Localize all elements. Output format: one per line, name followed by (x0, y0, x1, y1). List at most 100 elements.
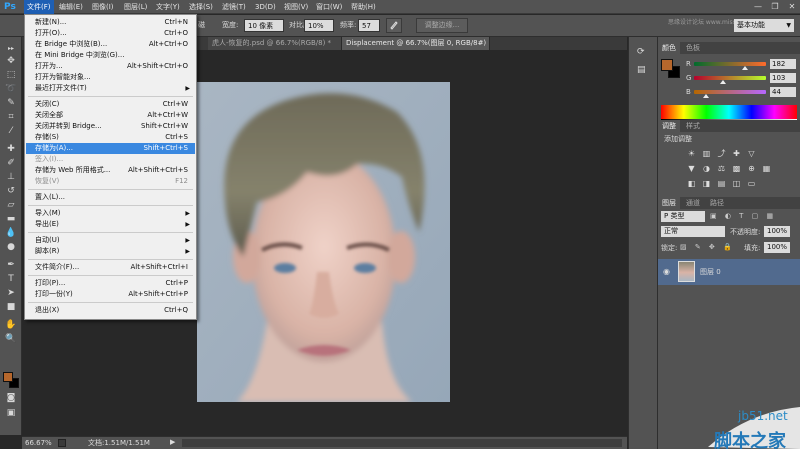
document-image[interactable] (197, 82, 450, 402)
tab-tiger-psd[interactable]: 虎人-恢复的.psd @ 66.7%(RGB/8) * × (208, 37, 342, 60)
gradient-map-icon[interactable]: ◫ (731, 179, 742, 188)
clone-stamp-tool-icon[interactable]: ⊥ (4, 171, 18, 183)
toolbar-collapse-icon[interactable]: ▸▸ (4, 43, 18, 55)
gradient-tool-icon[interactable]: ▬ (4, 213, 18, 225)
layer-name[interactable]: 图层 0 (700, 267, 721, 277)
slider-thumb[interactable] (720, 80, 727, 84)
frequency-field[interactable]: 57 (358, 19, 380, 32)
menu-1[interactable]: 编辑(E) (56, 0, 86, 14)
blur-tool-icon[interactable]: 💧 (4, 227, 18, 239)
pen-tool-icon[interactable]: ✒ (4, 259, 18, 271)
channel-slider[interactable] (694, 62, 766, 66)
pen-pressure-button[interactable] (386, 18, 402, 33)
file-menu-item[interactable]: 在 Bridge 中浏览(B)... Alt+Ctrl+O (26, 39, 195, 50)
minimize-button[interactable]: — (750, 0, 766, 14)
blend-mode-select[interactable]: 正常 (661, 226, 725, 237)
menu-0[interactable]: 文件(F) (24, 0, 54, 14)
file-menu-item[interactable]: 自动(U) ▶ (26, 235, 195, 246)
horizontal-scrollbar[interactable] (182, 439, 622, 447)
black-white-icon[interactable]: ⚖ (716, 164, 727, 173)
channel-slider[interactable] (694, 76, 766, 80)
marquee-tool-icon[interactable]: ⬚ (4, 69, 18, 81)
channel-mixer-icon[interactable]: ⊕ (746, 164, 757, 173)
layer-filter-icons[interactable]: ▣ ◐ T ▢ ▦ (710, 212, 776, 220)
status-menu-arrow-icon[interactable]: ▶ (170, 438, 175, 446)
zoom-tool-icon[interactable]: 🔍 (4, 333, 18, 345)
menu-7[interactable]: 3D(D) (252, 0, 279, 14)
lock-icons[interactable]: ▨ ✎ ✥ 🔒 (680, 243, 735, 251)
width-field[interactable]: 10 像素 (244, 19, 284, 32)
file-menu-item[interactable]: 置入(L)... (26, 192, 195, 203)
foreground-color-swatch[interactable] (3, 372, 13, 382)
workspace-select[interactable]: 基本功能 ▼ (734, 19, 794, 32)
file-menu-item[interactable]: 存储(S) Ctrl+S (26, 132, 195, 143)
file-menu-item[interactable]: 打印(P)... Ctrl+P (26, 278, 195, 289)
file-menu-item[interactable]: 打印一份(Y) Alt+Shift+Ctrl+P (26, 289, 195, 300)
exposure-icon[interactable]: ✚ (731, 149, 742, 158)
file-menu-item[interactable]: 退出(X) Ctrl+Q (26, 305, 195, 316)
menu-9[interactable]: 窗口(W) (313, 0, 345, 14)
file-menu-item[interactable]: 新建(N)... Ctrl+N (26, 17, 195, 28)
tab-channels[interactable]: 通道 (682, 197, 704, 209)
visibility-eye-icon[interactable]: ◉ (663, 267, 670, 276)
menu-3[interactable]: 图层(L) (121, 0, 150, 14)
dodge-tool-icon[interactable]: ● (4, 241, 18, 253)
contrast-field[interactable]: 10% (304, 19, 334, 32)
channel-value-field[interactable]: 103 (770, 73, 796, 83)
quick-mask-icon[interactable]: ◙ (4, 392, 18, 404)
fill-field[interactable]: 100% (764, 242, 790, 253)
file-menu-item[interactable]: 文件简介(F)... Alt+Shift+Ctrl+I (26, 262, 195, 273)
curves-icon[interactable]: ⤴ (716, 149, 727, 158)
menu-10[interactable]: 帮助(H) (348, 0, 379, 14)
brush-tool-icon[interactable]: ✐ (4, 157, 18, 169)
channel-value-field[interactable]: 44 (770, 87, 796, 97)
menu-5[interactable]: 选择(S) (186, 0, 216, 14)
brightness-contrast-icon[interactable]: ☀ (686, 149, 697, 158)
quick-selection-tool-icon[interactable]: ✎ (4, 97, 18, 109)
slider-thumb[interactable] (703, 94, 710, 98)
color-spectrum-bar[interactable] (661, 105, 797, 119)
screen-mode-icon[interactable]: ▣ (4, 407, 18, 419)
posterize-icon[interactable]: ◨ (701, 179, 712, 188)
file-menu-item[interactable]: 最近打开文件(T) ▶ (26, 83, 195, 94)
zoom-level[interactable]: 66.67% (25, 438, 52, 449)
rectangle-tool-icon[interactable]: ■ (4, 301, 18, 313)
file-menu-item[interactable]: 关闭并转到 Bridge... Shift+Ctrl+W (26, 121, 195, 132)
hue-saturation-icon[interactable]: ▼ (686, 164, 697, 173)
vibrance-icon[interactable]: ▽ (746, 149, 757, 158)
threshold-icon[interactable]: ▤ (716, 179, 727, 188)
file-menu-item[interactable]: 在 Mini Bridge 中浏览(G)... (26, 50, 195, 61)
file-menu-item[interactable]: 打开为... Alt+Shift+Ctrl+O (26, 61, 195, 72)
levels-icon[interactable]: ▥ (701, 149, 712, 158)
tab-layers[interactable]: 图层 (658, 197, 680, 209)
menu-6[interactable]: 滤镜(T) (219, 0, 249, 14)
maximize-button[interactable]: ❐ (767, 0, 783, 14)
tab-swatches[interactable]: 色板 (682, 42, 704, 54)
hand-tool-icon[interactable]: ✋ (4, 319, 18, 331)
opacity-field[interactable]: 100% (764, 226, 790, 237)
menu-2[interactable]: 图像(I) (89, 0, 117, 14)
menu-4[interactable]: 文字(Y) (153, 0, 183, 14)
tab-paths[interactable]: 路径 (706, 197, 728, 209)
layer-filter-select[interactable]: P 类型 (661, 211, 705, 222)
healing-brush-tool-icon[interactable]: ✚ (4, 143, 18, 155)
history-panel-icon[interactable]: ⟳ (637, 47, 645, 57)
tab-adjustments[interactable]: 调整 (658, 120, 680, 132)
tab-color[interactable]: 颜色 (658, 42, 680, 54)
layer-row[interactable]: ◉ 图层 0 (658, 259, 800, 285)
photo-filter-icon[interactable]: ▩ (731, 164, 742, 173)
status-share-icon[interactable] (58, 439, 66, 447)
channel-value-field[interactable]: 182 (770, 59, 796, 69)
file-menu-item[interactable]: 关闭全部 Alt+Ctrl+W (26, 110, 195, 121)
tab-styles[interactable]: 样式 (682, 120, 704, 132)
file-menu-item[interactable]: 打开(O)... Ctrl+O (26, 28, 195, 39)
file-menu-item[interactable]: 脚本(R) ▶ (26, 246, 195, 257)
path-selection-tool-icon[interactable]: ➤ (4, 287, 18, 299)
slider-thumb[interactable] (742, 66, 749, 70)
file-menu-item[interactable]: 导入(M) ▶ (26, 208, 195, 219)
history-brush-tool-icon[interactable]: ↺ (4, 185, 18, 197)
properties-panel-icon[interactable]: ▤ (637, 65, 646, 75)
move-tool-icon[interactable]: ✥ (4, 55, 18, 67)
lasso-tool-icon[interactable]: ➰ (4, 83, 18, 95)
color-panel-foreground[interactable] (661, 59, 673, 71)
